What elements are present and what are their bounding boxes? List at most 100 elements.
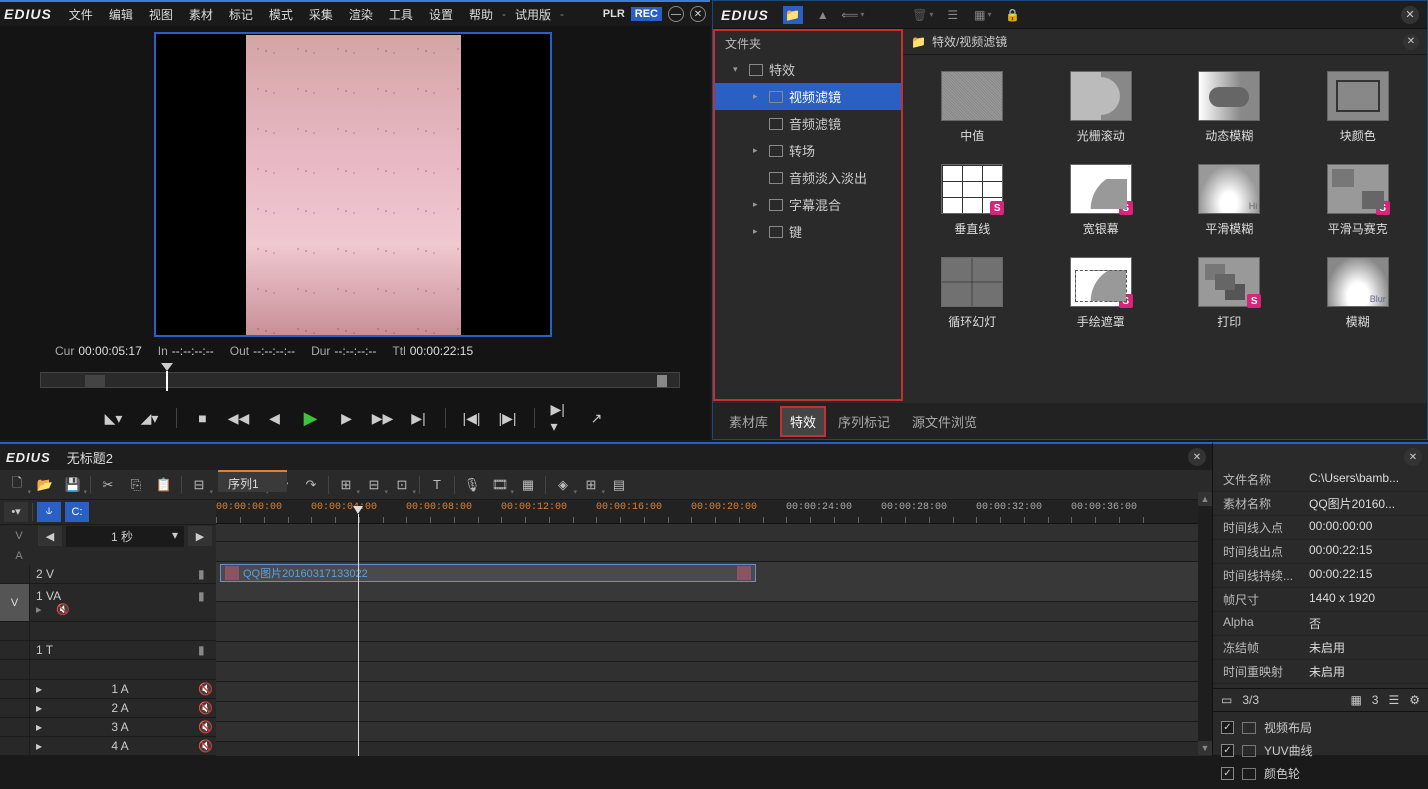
effect-item[interactable]: 循环幻灯 (923, 257, 1022, 330)
track-lock-icon[interactable]: ▮ (198, 589, 210, 603)
export-button[interactable]: ↗ (587, 408, 607, 428)
mute-icon[interactable]: 🔇 (198, 720, 210, 734)
property-row[interactable]: 冻结帧未启用 (1213, 636, 1428, 660)
clip[interactable]: QQ图片20160317133022 (220, 564, 756, 582)
sequence-tab[interactable]: 序列1 (218, 470, 287, 492)
property-row[interactable]: 素材名称QQ图片20160... (1213, 492, 1428, 516)
effect-item[interactable]: S打印 (1180, 257, 1279, 330)
fast-forward-button[interactable]: ▶▶ (373, 408, 393, 428)
tc-ttl[interactable]: 00:00:22:15 (410, 344, 473, 358)
property-row[interactable]: 时间重映射未启用 (1213, 660, 1428, 684)
effect-item[interactable]: S宽银幕 (1052, 164, 1151, 237)
menu-capture[interactable]: 采集 (302, 4, 340, 25)
track-patch-vsel[interactable]: V (0, 584, 30, 621)
folder-view-icon[interactable]: 📁 (783, 6, 803, 24)
mode-ripple-button[interactable]: C: (65, 502, 89, 522)
marker-button[interactable]: ◈ (552, 474, 574, 496)
render-all-button[interactable]: ▦ (517, 474, 539, 496)
goto-in-button[interactable]: ▶|▾ (551, 408, 571, 428)
tc-cur[interactable]: 00:00:05:17 (78, 344, 141, 358)
menu-marker[interactable]: 标记 (222, 4, 260, 25)
property-row[interactable]: 时间线入点00:00:00:00 (1213, 516, 1428, 540)
tc-dur[interactable]: --:--:--:-- (334, 344, 376, 358)
mute-icon[interactable]: 🔇 (198, 701, 210, 715)
track-1t[interactable]: 1 T▮ (0, 641, 216, 660)
effect-item[interactable]: S垂直线 (923, 164, 1022, 237)
effect-item[interactable]: 光栅滚动 (1052, 71, 1151, 144)
mute-icon[interactable]: 🔇 (198, 739, 210, 753)
toggle-1-button[interactable]: ⊞ (335, 474, 357, 496)
menu-edit[interactable]: 编辑 (102, 4, 140, 25)
tab-marker[interactable]: 序列标记 (828, 406, 900, 437)
lane-3a[interactable]: ⇆ (216, 702, 1212, 722)
track-2v[interactable]: 2 V▮ (0, 565, 216, 584)
proxy-button[interactable]: ⊞ (580, 474, 602, 496)
nav-back-icon[interactable]: ⟸ (843, 6, 863, 24)
timeline-scrollbar[interactable]: ▲ ▼ (1198, 492, 1212, 755)
track-1a[interactable]: ▸ 1 A🔇 (0, 680, 216, 699)
lane-1a[interactable]: ⇆ (216, 662, 1212, 682)
rewind-button[interactable]: ◀◀ (229, 408, 249, 428)
timeline-close-button[interactable]: ✕ (1188, 448, 1206, 466)
tree-video-filter[interactable]: ▸ 视频滤镜 (715, 83, 901, 110)
cut-button[interactable]: ✂ (97, 474, 119, 496)
property-row[interactable]: Alpha否 (1213, 612, 1428, 636)
tree-audio-filter[interactable]: 音频滤镜 (715, 110, 901, 137)
stop-button[interactable]: ■ (193, 408, 213, 428)
list-icon[interactable]: ☰ (1388, 693, 1399, 707)
next-frame-button[interactable]: ▶ (337, 408, 357, 428)
props-close-button[interactable]: ✕ (1404, 448, 1422, 466)
menu-mode[interactable]: 模式 (262, 4, 300, 25)
effect-item[interactable]: 中值 (923, 71, 1022, 144)
path-close-button[interactable]: ✕ (1403, 34, 1419, 50)
scroll-up-button[interactable]: ▲ (1198, 492, 1212, 506)
checkbox[interactable]: ✓ (1221, 744, 1234, 757)
checkbox[interactable]: ✓ (1221, 767, 1234, 780)
tree-title-mix[interactable]: ▸ 字幕混合 (715, 191, 901, 218)
list-view-icon[interactable]: ☰ (943, 6, 963, 24)
tree-audio-fade[interactable]: 音频淡入淡出 (715, 164, 901, 191)
toggle-3-button[interactable]: ⊡ (391, 474, 413, 496)
mute-icon[interactable]: 🔇 (198, 682, 210, 696)
effects-close-button[interactable]: ✕ (1401, 6, 1419, 24)
toggle-2-button[interactable]: ⊟ (363, 474, 385, 496)
property-row[interactable]: 文件名称C:\Users\bamb... (1213, 468, 1428, 492)
effect-item[interactable]: 块颜色 (1309, 71, 1408, 144)
layout-button[interactable]: ▤ (608, 474, 630, 496)
minimize-button[interactable]: — (668, 6, 684, 22)
scale-next-button[interactable]: ▶ (188, 526, 212, 546)
mode-insert-button[interactable]: ⫝ (37, 502, 61, 522)
playhead[interactable] (358, 514, 359, 756)
menu-clip[interactable]: 素材 (182, 4, 220, 25)
tab-browser[interactable]: 源文件浏览 (902, 406, 987, 437)
set-out-button[interactable]: ◢▾ (140, 408, 160, 428)
track-patch-v[interactable]: V (4, 525, 34, 548)
menu-view[interactable]: 视图 (142, 4, 180, 25)
track-2a[interactable]: ▸ 2 A🔇 (0, 699, 216, 718)
track-lock-icon[interactable]: ▮ (198, 567, 210, 581)
tab-bin[interactable]: 素材库 (719, 406, 778, 437)
effect-item[interactable]: 动态模糊 (1180, 71, 1279, 144)
slider-handle-left[interactable] (85, 375, 105, 387)
tree-keys[interactable]: ▸ 键 (715, 218, 901, 245)
tree-transition[interactable]: ▸ 转场 (715, 137, 901, 164)
expand-icon[interactable]: ▸ (36, 603, 48, 616)
slider-playhead-icon[interactable] (161, 363, 173, 371)
effects-path[interactable]: 特效/视频滤镜 (932, 33, 1007, 50)
time-ruler[interactable]: 00:00:00:0000:00:04:0000:00:08:0000:00:1… (216, 500, 1212, 524)
replace-button[interactable]: ⊟ (188, 474, 210, 496)
track-lock-icon[interactable]: ▮ (198, 643, 210, 657)
menu-file[interactable]: 文件 (62, 4, 100, 25)
scale-selector[interactable]: 1 秒▾ (66, 526, 184, 547)
menu-render[interactable]: 渲染 (342, 4, 380, 25)
track-1va[interactable]: V 1 VA▮ ▸🔇 (0, 584, 216, 622)
mute-icon[interactable]: 🔇 (56, 603, 68, 616)
applied-effect-row[interactable]: ✓颜色轮 (1221, 762, 1420, 785)
trash-icon[interactable]: 🗑 (913, 6, 933, 24)
copy-button[interactable]: ⎘ (125, 474, 147, 496)
loop-button[interactable]: ▶| (409, 408, 429, 428)
property-row[interactable]: 时间线持续...00:00:22:15 (1213, 564, 1428, 588)
timeline-content[interactable]: 00:00:00:0000:00:04:0000:00:08:0000:00:1… (216, 500, 1212, 756)
tc-in[interactable]: --:--:--:-- (172, 344, 214, 358)
track-4a[interactable]: ▸ 4 A🔇 (0, 737, 216, 756)
